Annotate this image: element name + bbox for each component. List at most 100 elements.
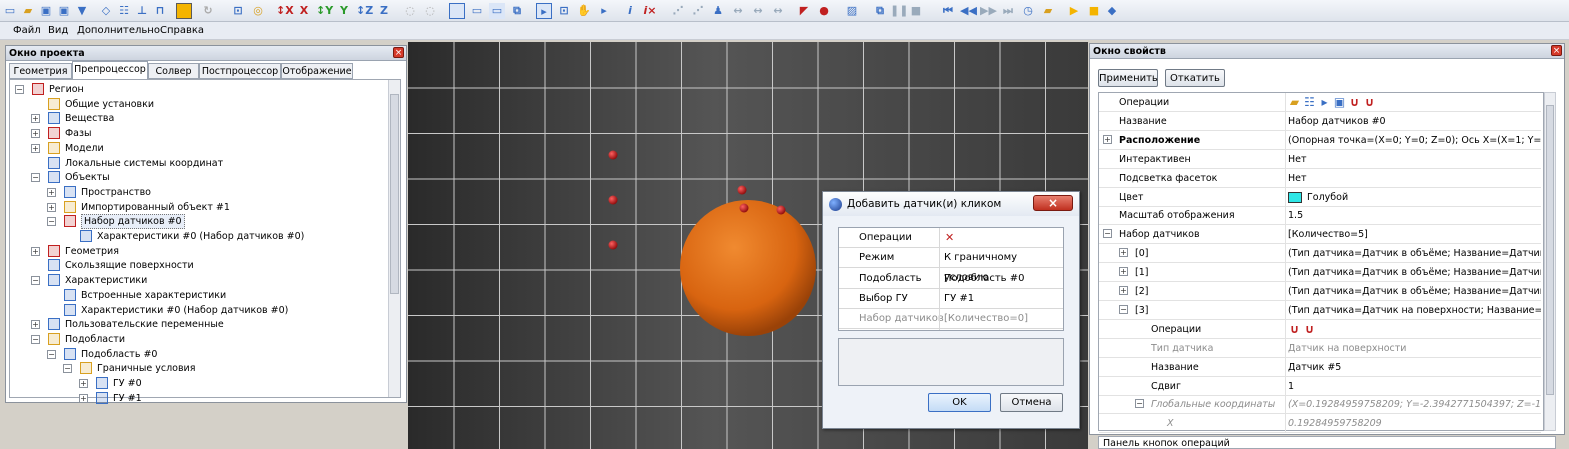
rotate-z-reverse-icon[interactable]: Z — [376, 3, 392, 19]
tree-item[interactable]: Скользящие поверхности — [14, 258, 389, 273]
sensor-point[interactable] — [608, 240, 618, 250]
tree-scrollbar[interactable] — [388, 80, 400, 397]
add-list-icon[interactable]: ☷ — [1303, 95, 1316, 109]
save-as-icon[interactable]: ▣ — [56, 3, 72, 19]
last-frame-icon[interactable]: ⏭ — [1000, 3, 1016, 19]
arrows-alt-icon[interactable]: ↔ — [750, 3, 766, 19]
solid-view-icon[interactable] — [176, 3, 192, 19]
expand-icon[interactable]: + — [31, 143, 40, 153]
clear-sensors-icon[interactable]: ✕ — [945, 232, 958, 244]
project-tab[interactable]: Постпроцессор — [199, 63, 281, 79]
menu-help[interactable]: Справка — [160, 25, 204, 36]
orange-sphere[interactable] — [680, 200, 816, 336]
menu-view[interactable]: Вид — [48, 25, 68, 36]
expand-icon[interactable]: + — [1119, 248, 1128, 258]
collapse-icon[interactable]: − — [31, 334, 40, 344]
zoom-box-icon[interactable]: ⊡ — [556, 3, 572, 19]
orbit-icon[interactable]: ◌ — [402, 3, 418, 19]
expand-icon[interactable]: + — [47, 202, 56, 212]
arrows-split-icon[interactable]: ↔ — [770, 3, 786, 19]
image-icon[interactable]: ▨ — [844, 3, 860, 19]
collapse-icon[interactable]: − — [47, 349, 56, 359]
property-row[interactable]: Интерактивен Нет — [1099, 149, 1541, 169]
record-icon[interactable]: ◤ — [796, 3, 812, 19]
stop-icon[interactable]: ■ — [908, 3, 924, 19]
person-icon[interactable]: ♟ — [710, 3, 726, 19]
rotate-x-reverse-icon[interactable]: X — [296, 3, 312, 19]
project-tab[interactable]: Отображение — [281, 63, 353, 79]
info-icon[interactable]: i — [622, 3, 638, 19]
collapse-icon[interactable]: − — [47, 217, 56, 227]
project-close-icon[interactable]: × — [393, 47, 404, 58]
collapse-icon[interactable]: − — [1103, 229, 1112, 239]
expand-icon[interactable]: + — [47, 187, 56, 197]
expand-icon[interactable]: + — [31, 114, 40, 124]
property-row[interactable]: Масштаб отображения 1.5 — [1099, 206, 1541, 226]
magnet-alt-icon[interactable]: ∪ — [1303, 322, 1316, 336]
property-row[interactable]: Подсветка фасеток Нет — [1099, 168, 1541, 188]
download-icon[interactable]: ▼ — [74, 3, 90, 19]
stop-play-icon[interactable]: ■ — [1086, 3, 1102, 19]
tree-item[interactable]: Встроенные характеристики — [14, 288, 389, 303]
info-clear-icon[interactable]: i× — [642, 3, 658, 19]
magnet-icon[interactable]: ∪ — [1288, 322, 1301, 336]
dialog-property-row[interactable]: Подобласть Подобласть #0 — [839, 269, 1063, 289]
expand-icon[interactable]: + — [31, 320, 40, 330]
dialog-property-row[interactable]: Выбор ГУ ГУ #1 — [839, 289, 1063, 309]
property-row[interactable]: − [3] (Тип датчика=Датчик на поверхности; … — [1099, 300, 1541, 320]
tree-item[interactable]: + Пространство — [14, 185, 389, 200]
collapse-icon[interactable]: − — [1135, 399, 1144, 409]
tree-item[interactable]: + Фазы — [14, 126, 389, 141]
tree-item[interactable]: − Объекты — [14, 170, 389, 185]
tree-item[interactable]: Общие установки — [14, 97, 389, 112]
ok-button[interactable]: OK — [928, 393, 991, 412]
view-double-icon[interactable]: ▭ — [469, 3, 485, 19]
prev-frame-icon[interactable]: ◀◀ — [960, 3, 977, 19]
property-row[interactable]: + [1] (Тип датчика=Датчик в объёме; Назван… — [1099, 263, 1541, 283]
folder-open-icon[interactable]: ▰ — [1288, 95, 1301, 109]
sensor-point[interactable] — [739, 203, 749, 213]
collapse-icon[interactable]: − — [15, 85, 24, 94]
refresh-icon[interactable]: ↻ — [200, 3, 216, 19]
tree-item[interactable]: + ГУ #0 — [14, 376, 389, 391]
rotate-y-icon[interactable]: ↕Y — [316, 3, 333, 19]
sensor-point[interactable] — [776, 205, 786, 215]
rotate-y-reverse-icon[interactable]: Y — [336, 3, 352, 19]
apply-button[interactable]: Применить — [1098, 69, 1158, 87]
tree-item[interactable]: + Геометрия — [14, 244, 389, 259]
rotate-z-icon[interactable]: ↕Z — [356, 3, 373, 19]
sensor-point[interactable] — [608, 195, 618, 205]
tree-item[interactable]: Локальные системы координат — [14, 156, 389, 171]
cancel-button[interactable]: Отмена — [1000, 393, 1063, 412]
tree-item[interactable]: + Пользовательские переменные — [14, 317, 389, 332]
sensor-point[interactable] — [737, 185, 747, 195]
cube-icon[interactable]: ◇ — [98, 3, 114, 19]
pan-hand-icon[interactable]: ✋ — [576, 3, 592, 19]
orbit-alt-icon[interactable]: ◌ — [422, 3, 438, 19]
expand-icon[interactable]: + — [1119, 267, 1128, 277]
tree-item[interactable]: − Набор датчиков #0 — [14, 214, 389, 230]
property-row[interactable]: Название Датчик #5 — [1099, 357, 1541, 377]
collapse-icon[interactable]: − — [31, 173, 40, 183]
property-row[interactable]: + [0] (Тип датчика=Датчик в объёме; Назван… — [1099, 244, 1541, 264]
property-row[interactable]: Название Набор датчиков #0 — [1099, 111, 1541, 131]
properties-close-icon[interactable]: × — [1551, 45, 1562, 56]
property-row[interactable]: X 0.19284959758209 — [1099, 414, 1541, 434]
properties-scrollbar-thumb[interactable] — [1546, 105, 1554, 395]
pick-point-icon[interactable]: ▸ — [596, 3, 612, 19]
arrows-icon[interactable]: ↔ — [730, 3, 746, 19]
probe-line-icon[interactable]: ⋰ — [670, 3, 686, 19]
project-tab[interactable]: Солвер — [148, 63, 199, 79]
save-icon[interactable]: ▣ — [1333, 95, 1346, 109]
tree-item[interactable]: − Подобласти — [14, 332, 389, 347]
tree-item[interactable]: − Регион — [14, 82, 389, 97]
collapse-icon[interactable]: − — [1119, 304, 1128, 314]
tree-item[interactable]: + Вещества — [14, 111, 389, 126]
expand-icon[interactable]: + — [31, 129, 40, 139]
select-arrow-icon[interactable]: ▸ — [536, 3, 552, 19]
rotate-x-icon[interactable]: ↕X — [276, 3, 294, 19]
play-icon[interactable]: ▶ — [1066, 3, 1082, 19]
target-icon[interactable]: ◎ — [250, 3, 266, 19]
tree-scrollbar-thumb[interactable] — [390, 94, 399, 294]
tree-item[interactable]: − Подобласть #0 — [14, 347, 389, 362]
